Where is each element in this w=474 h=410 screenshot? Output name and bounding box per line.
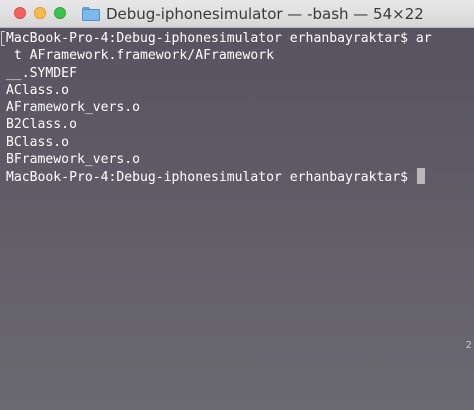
- close-button[interactable]: [14, 7, 26, 19]
- folder-icon: [82, 7, 100, 21]
- terminal-line: __.SYMDEF: [6, 65, 77, 81]
- title-bar[interactable]: Debug-iphonesimulator — -bash — 54×22: [0, 0, 474, 28]
- edge-glyph: 2: [465, 340, 472, 351]
- terminal-line: MacBook-Pro-4:Debug-iphonesimulator erha…: [6, 31, 432, 46]
- terminal-line: AClass.o: [6, 82, 70, 98]
- terminal-line: AFramework_vers.o: [6, 100, 141, 116]
- terminal-window: Debug-iphonesimulator — -bash — 54×22 Ma…: [0, 0, 474, 410]
- terminal-line: BClass.o: [6, 134, 70, 150]
- terminal-output[interactable]: MacBook-Pro-4:Debug-iphonesimulator erha…: [0, 30, 474, 410]
- prompt-text: MacBook-Pro-4:Debug-iphonesimulator erha…: [6, 170, 416, 186]
- terminal-line: B2Class.o: [6, 117, 77, 133]
- window-title: Debug-iphonesimulator — -bash — 54×22: [82, 4, 474, 24]
- minimize-button[interactable]: [34, 7, 46, 19]
- terminal-line: t AFramework.framework/AFramework: [6, 48, 275, 64]
- prompt-line[interactable]: MacBook-Pro-4:Debug-iphonesimulator erha…: [6, 168, 474, 185]
- zoom-button[interactable]: [54, 7, 66, 19]
- window-title-text: Debug-iphonesimulator — -bash — 54×22: [106, 5, 424, 23]
- terminal-line: BFramework_vers.o: [6, 152, 141, 168]
- text-cursor: [416, 168, 425, 185]
